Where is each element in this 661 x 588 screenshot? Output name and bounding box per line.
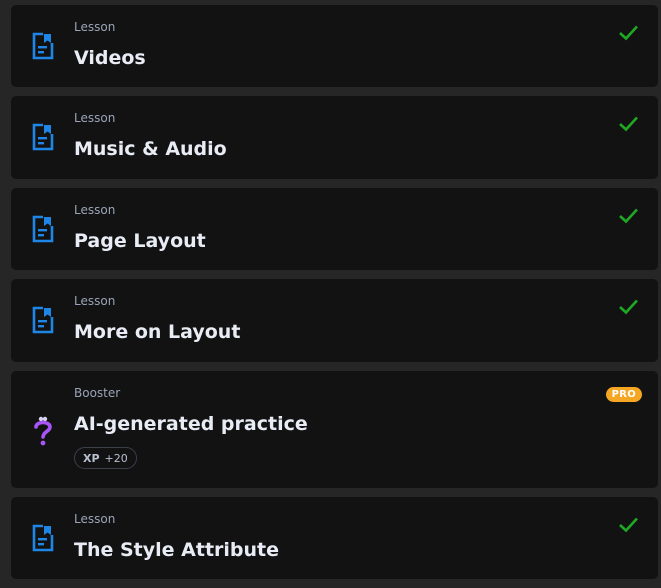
item-title: Page Layout: [74, 230, 206, 252]
question-mark-icon: [34, 416, 52, 446]
lesson-item-videos[interactable]: Lesson Videos: [11, 5, 658, 87]
item-title: Videos: [74, 47, 146, 69]
booster-item-ai-generated-practice[interactable]: Booster AI-generated practice PRO XP +20: [11, 371, 658, 488]
item-title: AI-generated practice: [74, 413, 308, 435]
lesson-item-the-style-attribute[interactable]: Lesson The Style Attribute: [11, 497, 658, 579]
lesson-document-icon: [32, 306, 54, 334]
item-title: More on Layout: [74, 321, 241, 343]
item-kind-label: Booster: [74, 386, 121, 400]
lesson-document-icon: [32, 215, 54, 243]
xp-chip: XP +20: [74, 447, 137, 469]
lesson-document-icon: [32, 32, 54, 60]
check-icon: [619, 517, 638, 533]
item-title: Music & Audio: [74, 138, 227, 160]
check-icon: [619, 299, 638, 315]
item-kind-label: Lesson: [74, 111, 116, 125]
pro-badge: PRO: [605, 387, 642, 402]
lesson-list: Lesson Videos Lesson Music & Audio Lesso…: [0, 0, 661, 588]
xp-value: +20: [104, 451, 128, 465]
lesson-item-music-audio[interactable]: Lesson Music & Audio: [11, 96, 658, 179]
check-icon: [619, 208, 638, 224]
lesson-item-page-layout[interactable]: Lesson Page Layout: [11, 188, 658, 270]
lesson-document-icon: [32, 123, 54, 151]
item-title: The Style Attribute: [74, 539, 280, 561]
item-kind-label: Lesson: [74, 512, 116, 526]
xp-label: XP: [83, 451, 100, 465]
item-kind-label: Lesson: [74, 203, 116, 217]
check-icon: [619, 25, 638, 41]
check-icon: [619, 116, 638, 132]
lesson-document-icon: [32, 524, 54, 552]
lesson-item-more-on-layout[interactable]: Lesson More on Layout: [11, 279, 658, 362]
item-kind-label: Lesson: [74, 294, 116, 308]
item-kind-label: Lesson: [74, 20, 116, 34]
